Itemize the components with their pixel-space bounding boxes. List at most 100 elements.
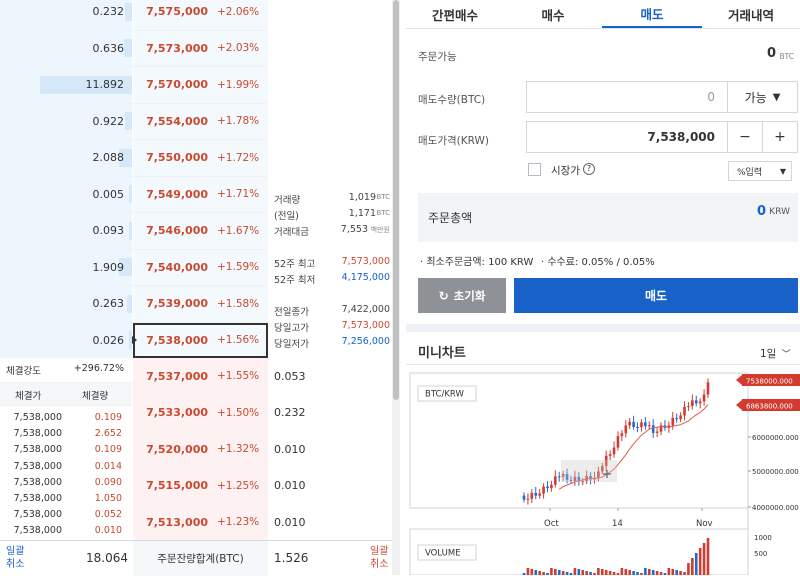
ask-qty: 0.093 <box>92 224 125 238</box>
ask-price-cell[interactable]: 7,570,000 +1.99% <box>133 67 268 103</box>
bid-change: +1.23% <box>217 516 260 529</box>
ask-row[interactable]: 0.232 7,575,000 +2.06% <box>0 0 268 31</box>
bid-change: +1.32% <box>217 443 260 456</box>
candle-body <box>632 421 635 427</box>
volume-bar <box>647 569 651 575</box>
reset-label: 초기화 <box>453 288 486 303</box>
bid-price-cell[interactable]: 7,520,000 +1.32% <box>133 431 268 468</box>
ask-price-cell[interactable]: 7,575,000 +2.06% <box>133 0 268 30</box>
trade-price: 7,538,000 <box>13 493 62 504</box>
ask-price-cell[interactable]: 7,549,000 +1.71% <box>133 176 268 212</box>
bid-price-cell[interactable]: 7,515,000 +1.25% <box>133 467 268 504</box>
ask-row[interactable]: 11.892 7,570,000 +1.99% <box>0 67 268 104</box>
bid-price-cell[interactable]: 7,513,000 +1.23% <box>133 504 268 541</box>
ask-change: +1.72% <box>217 151 260 164</box>
bid-price-cell[interactable]: 7,537,000 +1.55% <box>133 358 268 395</box>
tab-buy[interactable]: 매수 <box>504 0 602 28</box>
order-tabs: 간편매수 매수 매도 거래내역 <box>406 0 800 29</box>
ask-price-cell[interactable]: 7,538,000 +1.56% <box>132 322 268 358</box>
ask-row[interactable]: 0.636 7,573,000 +2.03% <box>0 30 268 67</box>
cancel-all-asks-button[interactable]: 일괄 취소 <box>6 545 24 571</box>
candle-body <box>644 422 647 427</box>
ask-row[interactable]: 0.922 7,554,000 +1.78% <box>0 103 268 140</box>
market-price-checkbox[interactable] <box>528 163 541 176</box>
trade-volume: 1.050 <box>94 493 122 504</box>
bid-change: +1.55% <box>217 370 260 383</box>
candle-body <box>612 447 616 455</box>
tab-history[interactable]: 거래내역 <box>702 0 800 28</box>
ask-row[interactable]: 1.909 7,540,000 +1.59% <box>0 249 268 286</box>
candle-body <box>542 486 545 494</box>
trade-row: 7,538,000 0.014 <box>0 459 132 475</box>
candle-body <box>636 427 639 428</box>
volume-bar <box>550 568 553 575</box>
remaining-total-label: 주문잔량합계(BTC) <box>133 541 268 576</box>
trade-volume: 0.052 <box>94 509 122 521</box>
tab-sell[interactable]: 매도 <box>602 0 702 28</box>
market-stats: 거래량 1,019 BTC (전일) 1,171 BTC 거래대금 7,553 … <box>274 192 390 352</box>
mini-chart[interactable]: BTC/KRW VOLUME 6000000.000 5000000.000 40000… <box>406 365 800 575</box>
trade-row: 7,538,000 1.050 <box>0 491 132 507</box>
ask-price-cell[interactable]: 7,540,000 +1.59% <box>133 249 268 285</box>
ask-price: 7,538,000 <box>146 333 208 347</box>
reset-button[interactable]: ↻ 초기화 <box>418 278 506 313</box>
ask-depth-bar <box>127 294 132 313</box>
ask-row[interactable]: 0.005 7,549,000 +1.71% <box>0 176 268 213</box>
volume-bar <box>608 571 612 575</box>
orderbook-scroll-thumb[interactable] <box>393 0 399 400</box>
ask-row[interactable]: 0.263 7,539,000 +1.58% <box>0 286 268 323</box>
sell-qty-input[interactable]: 0 <box>526 81 728 113</box>
ask-row[interactable]: 2.088 7,550,000 +1.72% <box>0 140 268 177</box>
price-decrease-button[interactable]: − <box>727 121 763 153</box>
help-icon[interactable]: ? <box>583 163 595 175</box>
ask-price-cell[interactable]: 7,546,000 +1.67% <box>133 213 268 249</box>
ask-price-cell[interactable]: 7,539,000 +1.58% <box>133 286 268 322</box>
percent-input-select[interactable]: %입력 ▼ <box>728 161 792 181</box>
bid-price: 7,533,000 <box>146 406 208 420</box>
ask-qty: 0.263 <box>92 297 125 311</box>
period-select[interactable]: 1일 ﹀ <box>760 346 791 361</box>
candle-body <box>651 425 655 433</box>
ask-price: 7,540,000 <box>146 260 208 274</box>
ask-qty-cell: 11.892 <box>0 67 132 103</box>
ask-qty-cell: 0.093 <box>0 213 132 249</box>
ask-row[interactable]: 0.026 7,538,000 +1.56% <box>0 322 268 359</box>
volume-bar <box>557 570 561 575</box>
percent-input-label: %입력 <box>737 167 763 178</box>
tab-quick-buy[interactable]: 간편매수 <box>406 0 504 28</box>
market-price-label: 시장가 <box>551 165 580 177</box>
available-qty-dropdown[interactable]: 가능 ▼ <box>727 81 798 113</box>
chevron-down-icon: ▼ <box>772 91 781 103</box>
bid-qty: 0.010 <box>274 479 306 493</box>
ask-change: +2.06% <box>217 5 260 18</box>
low52-label: 52주 최저 <box>274 275 316 286</box>
bid-qty: 0.053 <box>274 369 306 383</box>
candle-body <box>640 422 643 428</box>
price-increase-button[interactable]: + <box>762 121 798 153</box>
cancel-all-bids-button[interactable]: 일괄 취소 <box>370 545 388 571</box>
sell-price-input[interactable]: 7,538,000 <box>526 121 728 153</box>
bid-price: 7,520,000 <box>146 442 208 456</box>
volume-bar <box>691 558 694 575</box>
price-tag-current-label: 7538000.000 <box>746 378 793 386</box>
candle-body <box>557 476 561 478</box>
ask-row[interactable]: 0.093 7,546,000 +1.67% <box>0 213 268 250</box>
ask-change: +1.67% <box>217 224 260 237</box>
recent-trades: 체결강도 +296.72% 체결가 체결량 7,538,000 0.109 7,53… <box>0 358 132 540</box>
bid-price: 7,537,000 <box>146 369 208 383</box>
candle-body <box>694 400 698 404</box>
candle-body <box>691 400 694 407</box>
candle-body <box>624 425 628 434</box>
bid-price-cell[interactable]: 7,533,000 +1.50% <box>133 394 268 431</box>
ask-price-cell[interactable]: 7,550,000 +1.72% <box>133 140 268 176</box>
ask-price-cell[interactable]: 7,573,000 +2.03% <box>133 30 268 66</box>
ask-price-cell[interactable]: 7,554,000 +1.78% <box>133 103 268 139</box>
sell-button[interactable]: 매도 <box>514 278 798 313</box>
ask-depth-bar <box>129 185 132 204</box>
volume-bar <box>620 568 624 575</box>
volume-bar <box>526 568 530 575</box>
trade-row: 7,538,000 0.109 <box>0 442 132 458</box>
fee-notice: · 수수료: 0.05% / 0.05% <box>541 257 655 268</box>
candle-body <box>554 476 557 485</box>
candle-body <box>671 417 675 426</box>
